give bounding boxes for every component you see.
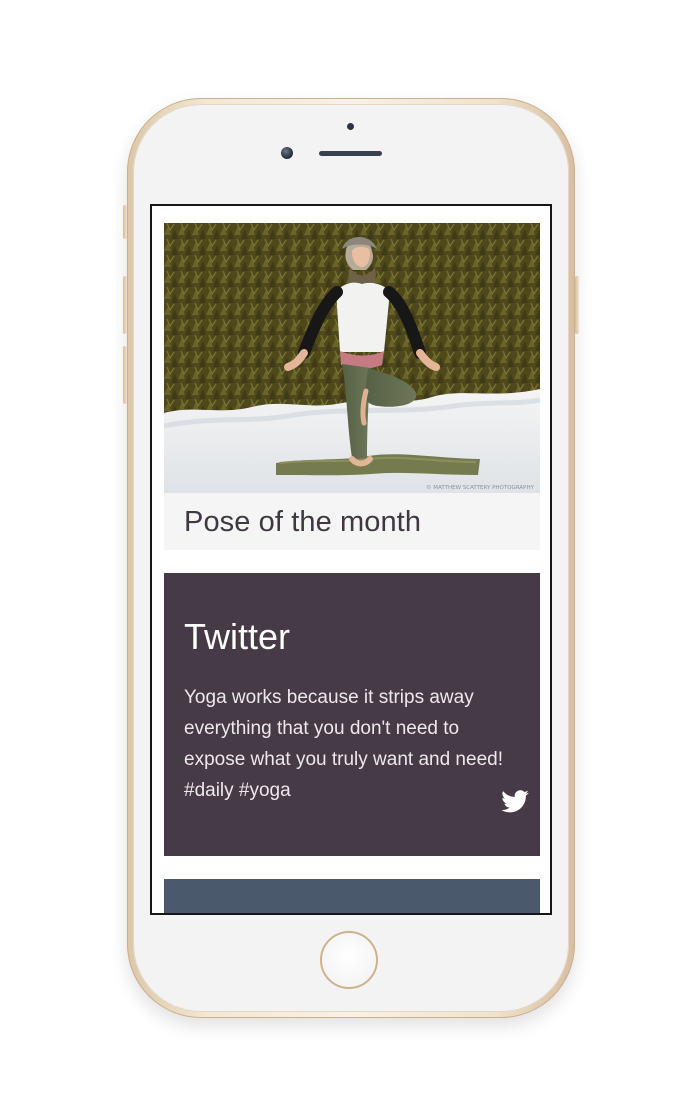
snow-yoga-image: © MATTHEW SCATTERY PHOTOGRAPHY — [164, 223, 540, 493]
pose-of-month-card[interactable]: © MATTHEW SCATTERY PHOTOGRAPHY Pose of t… — [164, 223, 540, 550]
mute-switch — [123, 205, 127, 239]
phone-mockup-stage: © MATTHEW SCATTERY PHOTOGRAPHY Pose of t… — [0, 0, 700, 1120]
yoga-pose-photo: © MATTHEW SCATTERY PHOTOGRAPHY — [164, 223, 540, 493]
home-button — [320, 931, 378, 989]
volume-up-button — [123, 276, 127, 334]
volume-down-button — [123, 346, 127, 404]
pose-of-month-title: Pose of the month — [184, 506, 422, 538]
earpiece-speaker — [319, 151, 382, 156]
scroll-content[interactable]: © MATTHEW SCATTERY PHOTOGRAPHY Pose of t… — [164, 223, 540, 913]
phone-screen[interactable]: © MATTHEW SCATTERY PHOTOGRAPHY Pose of t… — [150, 204, 552, 915]
tweet-text: Yoga works because it strips away everyt… — [184, 687, 503, 801]
power-button — [575, 276, 579, 334]
twitter-card[interactable]: Twitter Yoga works because it strips awa… — [164, 573, 540, 856]
front-camera-icon — [281, 147, 293, 159]
twitter-icon[interactable] — [500, 787, 530, 817]
photo-credit: © MATTHEW SCATTERY PHOTOGRAPHY — [426, 484, 535, 491]
next-card-preview[interactable] — [164, 879, 540, 913]
twitter-card-title: Twitter — [184, 616, 291, 657]
proximity-sensor — [347, 123, 354, 130]
